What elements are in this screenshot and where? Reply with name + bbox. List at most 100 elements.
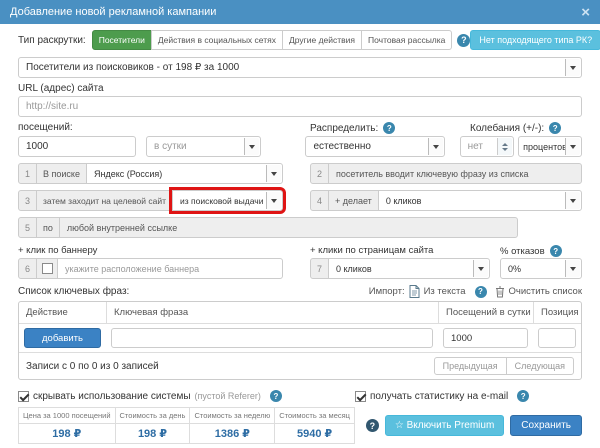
step-number: 6 — [18, 258, 37, 279]
step-number: 1 — [18, 163, 37, 184]
page-clicks-label: + клики по страницам сайта — [310, 245, 433, 256]
price-header: Цена за 1000 посещений — [19, 408, 116, 424]
bounce-help-icon[interactable] — [550, 245, 562, 257]
fluctuation-label: Колебания (+/-): — [470, 123, 544, 134]
fluctuation-help-icon[interactable] — [549, 122, 561, 134]
search-engine-value: Яндекс (Россия) — [94, 169, 162, 179]
caret-down-icon — [565, 59, 580, 76]
prev-page-button[interactable]: Предыдущая — [434, 357, 507, 375]
options-row: скрывать использование системы (пустой R… — [18, 390, 582, 403]
step5-text: любой внутренней ссылке — [59, 217, 518, 238]
clear-list-link[interactable]: Очистить список — [509, 286, 583, 297]
add-campaign-modal: Добавление новой рекламной кампании × Ти… — [0, 0, 600, 448]
steps-row-1: 1 В поиске Яндекс (Россия) 2 посетитель … — [18, 163, 582, 184]
caret-down-icon — [565, 192, 580, 209]
next-page-button[interactable]: Следующая — [506, 357, 574, 375]
close-icon[interactable]: × — [581, 5, 590, 20]
period-select[interactable]: в сутки — [146, 136, 261, 157]
price-header: Стоимость за день — [115, 408, 190, 424]
sub-labels-row: + клик по баннеру + клики по страницам с… — [18, 245, 582, 256]
import-label: Импорт: — [369, 286, 405, 297]
col-keyword: Ключевая фраза — [106, 302, 438, 323]
distribute-label: Распределить: — [310, 123, 378, 134]
keyword-position-input[interactable] — [538, 328, 576, 348]
campaign-type-select[interactable]: Посетители из поисковиков - от 198 ₽ за … — [18, 57, 582, 78]
hide-system-note: (пустой Referer) — [195, 391, 261, 401]
price-header: Стоимость за неделю — [190, 408, 275, 424]
caret-down-icon — [244, 138, 259, 155]
modal-title: Добавление новой рекламной кампании — [10, 6, 216, 18]
price-value: 198 ₽ — [115, 424, 190, 444]
price-value: 198 ₽ — [19, 424, 116, 444]
step1-label: В поиске — [36, 163, 87, 184]
promo-type-help-icon[interactable] — [457, 34, 470, 47]
steps-row-4: 6 7 0 кликов 0% — [18, 258, 582, 279]
fluctuation-input[interactable]: нет — [460, 136, 515, 157]
hide-system-label: скрывать использование системы — [33, 391, 191, 402]
premium-help-icon[interactable] — [366, 419, 379, 432]
banner-position-input[interactable] — [57, 258, 283, 279]
caret-down-icon — [266, 165, 281, 182]
keywords-input-row: добавить — [19, 324, 581, 352]
banner-click-label: + клик по баннеру — [18, 245, 97, 256]
page-clicks-select[interactable]: 0 кликов — [328, 258, 490, 279]
trash-icon — [495, 286, 505, 298]
caret-down-icon — [565, 138, 580, 155]
hide-system-checkbox[interactable] — [18, 391, 29, 402]
keywords-header-row: Список ключевых фраз: Импорт: Из текста … — [18, 285, 582, 298]
caret-down-icon — [473, 260, 488, 277]
banner-checkbox-addon — [36, 258, 58, 279]
step-number: 4 — [310, 190, 329, 211]
email-stats-checkbox[interactable] — [355, 391, 366, 402]
step5-label: по — [36, 217, 60, 238]
search-engine-select[interactable]: Яндекс (Россия) — [86, 163, 283, 184]
pricing-table: Цена за 1000 посещений Стоимость за день… — [18, 407, 355, 444]
bounce-select[interactable]: 0% — [500, 258, 582, 279]
promo-type-row: Тип раскрутки: Посетители Действия в соц… — [18, 30, 582, 50]
visits-amount-input[interactable] — [18, 136, 136, 157]
step2-text: посетитель вводит ключевую фразу из спис… — [328, 163, 582, 184]
step-number: 5 — [18, 217, 37, 238]
period-value: в сутки — [154, 141, 187, 152]
caret-down-icon — [428, 138, 443, 155]
price-value: 5940 ₽ — [275, 424, 355, 444]
distribute-help-icon[interactable] — [383, 122, 395, 134]
tab-social-actions[interactable]: Действия в социальных сетях — [151, 30, 283, 50]
distribute-value: естественно — [313, 141, 371, 152]
keywords-table: Действие Ключевая фраза Посещений в сутк… — [18, 301, 582, 380]
save-button[interactable]: Сохранить — [510, 415, 582, 436]
tab-visitors[interactable]: Посетители — [92, 30, 152, 50]
email-stats-help-icon[interactable] — [517, 390, 529, 402]
no-matching-type-button[interactable]: Нет подходящего типа РК? — [470, 30, 600, 50]
import-from-text-link[interactable]: Из текста — [424, 286, 466, 297]
modal-header: Добавление новой рекламной кампании × — [0, 0, 600, 24]
bottom-row: Цена за 1000 посещений Стоимость за день… — [18, 407, 582, 444]
email-stats-label: получать статистику на e-mail — [370, 391, 508, 402]
promo-type-tabs: Посетители Действия в социальных сетях Д… — [92, 30, 453, 50]
fluctuation-unit-select[interactable]: процентов — [518, 136, 582, 157]
keyword-visits-input[interactable] — [443, 328, 528, 348]
enable-premium-button[interactable]: Включить Premium — [385, 415, 504, 436]
url-input[interactable] — [18, 96, 582, 117]
clicks-select[interactable]: 0 кликов — [378, 190, 582, 211]
steps-row-2: 3 затем заходит на целевой сайт из поиск… — [18, 190, 582, 211]
add-keyword-button[interactable]: добавить — [24, 328, 101, 348]
bounce-label: % отказов — [500, 246, 545, 257]
price-header: Стоимость за месяц — [275, 408, 355, 424]
hide-system-help-icon[interactable] — [270, 390, 282, 402]
import-help-icon[interactable] — [475, 286, 487, 298]
col-position: Позиция — [533, 302, 581, 323]
col-action: Действие — [19, 302, 106, 323]
keywords-table-header: Действие Ключевая фраза Посещений в сутк… — [19, 302, 581, 324]
visit-source-select[interactable]: из поисковой выдачи — [172, 190, 283, 211]
banner-checkbox[interactable] — [42, 263, 53, 274]
distribute-select[interactable]: естественно — [305, 136, 444, 157]
spinner-arrows-icon[interactable] — [497, 138, 512, 155]
steps-row-3: 5 по любой внутренней ссылке — [18, 217, 518, 238]
caret-down-icon — [266, 192, 281, 209]
keyword-phrase-input[interactable] — [111, 328, 433, 348]
fluctuation-unit-value: процентов — [523, 142, 567, 152]
price-value: 1386 ₽ — [190, 424, 275, 444]
tab-mailing[interactable]: Почтовая рассылка — [361, 30, 452, 50]
tab-other-actions[interactable]: Другие действия — [282, 30, 362, 50]
